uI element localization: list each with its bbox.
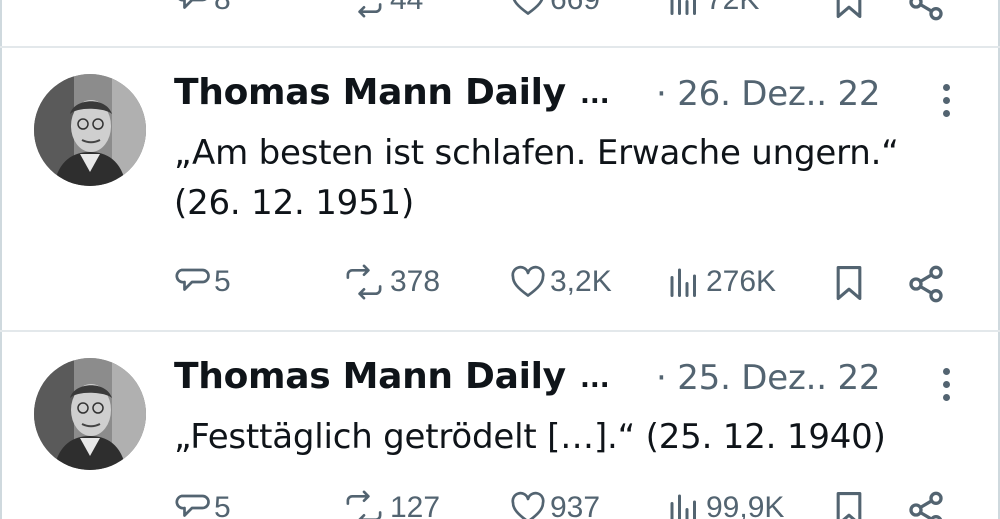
more-options-button[interactable] xyxy=(936,368,956,407)
tweet[interactable]: Thomas Mann Daily ... · 26. Dez.. 22 „Am… xyxy=(0,48,1000,330)
bookmark-button[interactable] xyxy=(832,490,866,519)
author-ellipsis: ... xyxy=(580,364,610,394)
share-icon xyxy=(906,264,946,304)
share-icon xyxy=(906,0,946,22)
like-count: 937 xyxy=(550,491,601,519)
tweet-date[interactable]: · 26. Dez.. 22 xyxy=(656,74,881,114)
views-icon xyxy=(666,490,702,519)
reply-count: 5 xyxy=(214,265,231,298)
repost-icon xyxy=(342,264,386,300)
reply-icon xyxy=(174,264,210,300)
repost-icon xyxy=(342,0,386,18)
like-button[interactable]: 937 xyxy=(510,490,600,519)
tweet-actions: 5 127 937 99,9K xyxy=(0,480,1000,519)
more-icon xyxy=(936,84,956,117)
tweet-text: „Am besten ist schlafen. Erwache ungern.… xyxy=(174,133,899,223)
tweet-date[interactable]: · 25. Dez.. 22 xyxy=(656,358,881,398)
like-count: 3,2K xyxy=(550,265,612,298)
repost-count: 127 xyxy=(390,491,441,519)
reply-icon xyxy=(174,0,210,18)
share-icon xyxy=(906,490,946,519)
share-button[interactable] xyxy=(906,490,946,519)
bookmark-icon xyxy=(832,490,866,519)
reply-button[interactable]: 5 xyxy=(174,264,231,300)
previous-tweet-actions: 8 44 669 72K xyxy=(0,0,1000,28)
author-ellipsis: ... xyxy=(580,80,610,110)
tweet-text: „Festtäglich getrödelt […].“ (25. 12. 19… xyxy=(174,417,886,457)
bookmark-icon xyxy=(832,264,866,302)
share-button[interactable] xyxy=(906,0,946,22)
views-button[interactable]: 276K xyxy=(666,264,776,300)
views-count: 72K xyxy=(706,0,759,17)
tweet-actions: 5 378 3,2K 276K xyxy=(0,254,1000,310)
heart-icon xyxy=(510,0,546,18)
views-icon xyxy=(666,264,702,300)
reply-count: 5 xyxy=(214,491,231,519)
like-count: 669 xyxy=(550,0,600,17)
more-options-button[interactable] xyxy=(936,84,956,123)
repost-icon xyxy=(342,490,386,519)
heart-icon xyxy=(510,490,546,519)
avatar[interactable] xyxy=(34,74,146,186)
views-count: 276K xyxy=(706,265,777,298)
reply-button[interactable]: 8 xyxy=(174,0,231,18)
bookmark-button[interactable] xyxy=(832,0,866,20)
repost-count: 44 xyxy=(390,0,423,17)
share-button[interactable] xyxy=(906,264,946,304)
more-icon xyxy=(936,368,956,401)
author-name[interactable]: Thomas Mann Daily xyxy=(174,72,566,113)
views-button[interactable]: 99,9K xyxy=(666,490,784,519)
repost-button[interactable]: 378 xyxy=(342,264,440,300)
heart-icon xyxy=(510,264,546,300)
reply-count: 8 xyxy=(214,0,231,17)
repost-button[interactable]: 44 xyxy=(342,0,423,18)
views-icon xyxy=(666,0,702,18)
views-count: 99,9K xyxy=(706,491,785,519)
like-button[interactable]: 3,2K xyxy=(510,264,612,300)
reply-button[interactable]: 5 xyxy=(174,490,231,519)
reply-icon xyxy=(174,490,210,519)
tweet[interactable]: Thomas Mann Daily ... · 25. Dez.. 22 „Fe… xyxy=(0,332,1000,519)
author-name[interactable]: Thomas Mann Daily xyxy=(174,356,566,397)
avatar[interactable] xyxy=(34,358,146,470)
views-button[interactable]: 72K xyxy=(666,0,759,18)
bookmark-icon xyxy=(832,0,866,20)
like-button[interactable]: 669 xyxy=(510,0,600,18)
bookmark-button[interactable] xyxy=(832,264,866,302)
timeline: 8 44 669 72K xyxy=(0,0,1000,519)
repost-count: 378 xyxy=(390,265,441,298)
repost-button[interactable]: 127 xyxy=(342,490,440,519)
